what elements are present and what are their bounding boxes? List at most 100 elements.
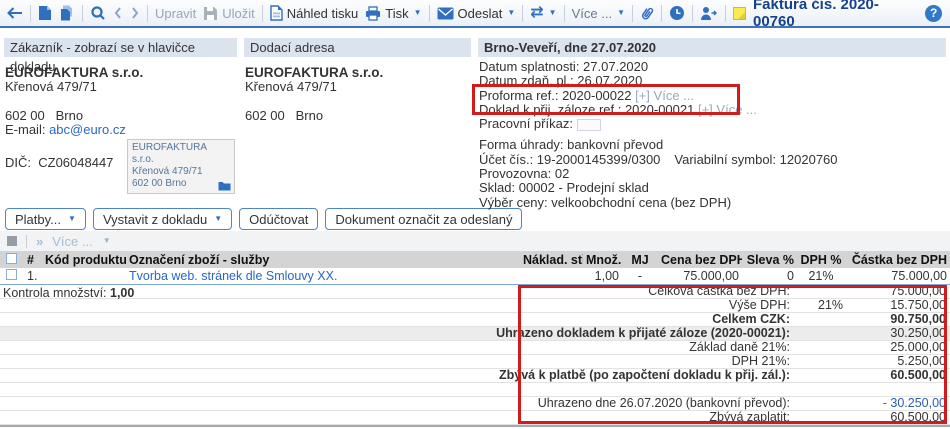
total-value: 25.000,00 [860, 340, 950, 354]
double-chevron-icon: » [36, 234, 43, 249]
back-arrow-icon [6, 6, 23, 20]
warehouse-line: Sklad: 00002 - Prodejní sklad [479, 181, 946, 195]
col-header-vat: DPH % [797, 251, 845, 268]
col-header-desc: Označení zboží - služby [126, 251, 520, 268]
print-label: Tisk [385, 6, 408, 21]
toolbar-separator [522, 5, 523, 22]
col-header-unit: MJ [622, 251, 658, 268]
customer-email-line: E-mail: abc@euro.cz [5, 123, 237, 137]
stop-square-icon[interactable] [7, 236, 17, 246]
total-value: 30.250,00 [860, 326, 950, 340]
col-header-qty: Množ. [583, 251, 622, 268]
customer-dic-value: CZ06048447 [38, 155, 113, 170]
select-all-checkbox[interactable] [6, 253, 17, 264]
items-more-button[interactable]: Více ... [52, 234, 92, 249]
customer-email-link[interactable]: abc@euro.cz [49, 122, 126, 137]
col-header-price: Cena bez DPH [658, 251, 742, 268]
transfer-button[interactable]: ⇄ ▼ [530, 5, 556, 21]
new-document-button[interactable] [38, 5, 52, 21]
total-row-grand-total: Celkem CZK: 90.750,00 [0, 313, 950, 327]
toolbar-separator [147, 5, 148, 22]
next-record-button[interactable] [130, 6, 140, 20]
work-order-line: Pracovní příkaz: [479, 117, 946, 131]
envelope-icon [437, 7, 454, 20]
folder-icon [218, 181, 231, 191]
item-cost-center [520, 268, 583, 284]
sticky-note-button[interactable] [733, 7, 746, 20]
search-button[interactable] [90, 5, 106, 21]
total-row-subtotal: Celková částka bez DPH: 75.000,00 [0, 285, 950, 299]
send-label: Odeslat [458, 6, 503, 21]
account-line: Účet čís.: 19-2000145399/0300Variabilní … [479, 153, 946, 167]
assign-user-button[interactable] [700, 6, 718, 21]
unpost-button[interactable]: Odúčtovat [239, 208, 318, 230]
premises-line: Provozovna: 02 [479, 167, 946, 181]
total-row-vat-21: DPH 21%: 5.250,00 [0, 355, 950, 369]
total-value: 5.250,00 [860, 354, 950, 368]
total-label: Zbývá k platbě (po započtení dokladu k p… [0, 368, 790, 382]
printer-icon [365, 6, 381, 21]
col-header-num: # [24, 251, 42, 268]
customer-name: EUROFAKTURA s.r.o. [5, 66, 237, 80]
more-menu-caret-icon[interactable]: ▼ [617, 9, 625, 17]
toolbar-separator [692, 5, 693, 22]
main-toolbar: Upravit Uložit Náhled tisku Tisk ▼ Odesl… [0, 0, 950, 28]
mark-sent-button[interactable]: Dokument označit za odeslaný [325, 208, 522, 230]
items-more-caret-icon[interactable]: ▼ [103, 237, 111, 245]
proforma-more-link[interactable]: Více ... [650, 88, 694, 103]
attachments-button[interactable] [640, 5, 654, 21]
work-order-field[interactable] [577, 119, 601, 131]
customer-block-header: Zákazník - zobrazí se v hlavičce dokladu [4, 38, 237, 57]
back-button[interactable] [6, 6, 23, 20]
open-customer-folder-button[interactable] [218, 181, 231, 191]
create-from-document-caret-icon: ▼ [214, 215, 222, 223]
row-checkbox[interactable] [6, 269, 17, 280]
save-button[interactable]: Uložit [203, 6, 255, 21]
help-icon[interactable]: ? [925, 5, 942, 22]
item-vat: 21% [797, 268, 845, 284]
total-label: Uhrazeno dne 26.07.2020 (bankovní převod… [0, 396, 790, 410]
total-label: DPH 21%: [0, 354, 790, 368]
payments-button[interactable]: Platby...▼ [5, 208, 86, 230]
mark-sent-button-label: Dokument označit za odeslaný [335, 212, 512, 227]
quantity-check-label: Kontrola množství: [3, 286, 110, 300]
item-description-link[interactable]: Tvorba web. stránek dle Smlouvy XX. [129, 269, 337, 283]
send-button[interactable]: Odeslat ▼ [437, 6, 516, 21]
customer-email-label: E-mail: [5, 122, 49, 137]
print-preview-button[interactable]: Náhled tisku [270, 5, 359, 21]
proforma-ref-line: Proforma ref.: 2020-00022 [+] Více ... [479, 89, 946, 103]
item-amount: 75.000,00 [845, 268, 950, 284]
customer-city: 602 00 Brno [5, 109, 237, 123]
total-label: Uhrazeno dokladem k přijaté záloze (2020… [0, 326, 790, 340]
sub-toolbar-separator [26, 235, 27, 248]
transfer-dropdown-caret-icon[interactable]: ▼ [549, 9, 557, 17]
print-button[interactable]: Tisk ▼ [365, 6, 421, 21]
advance-doc-more-link[interactable]: Více ... [713, 102, 757, 117]
total-label: Celkem CZK: [0, 312, 790, 326]
history-button[interactable] [669, 5, 685, 21]
more-menu-button[interactable]: Více ... ▼ [572, 6, 625, 21]
copy-document-button[interactable] [59, 5, 75, 21]
delivery-name: EUROFAKTURA s.r.o. [245, 66, 471, 80]
toolbar-separator [661, 5, 662, 22]
toolbar-separator [725, 5, 726, 22]
total-value: 15.750,00 [860, 298, 950, 312]
advance-doc-expand-link[interactable]: [+] [698, 102, 713, 117]
col-header-cost-center: Náklad. stř. [520, 251, 583, 268]
print-dropdown-caret-icon[interactable]: ▼ [414, 9, 422, 17]
delivery-street: Křenová 479/71 [245, 80, 471, 94]
more-menu-label: Více ... [572, 6, 612, 21]
invoice-items-table: # Kód produktu Označení zboží - služby N… [0, 251, 950, 285]
send-dropdown-caret-icon[interactable]: ▼ [507, 9, 515, 17]
proforma-expand-link[interactable]: [+] [635, 88, 650, 103]
prev-record-button[interactable] [113, 6, 123, 20]
paperclip-icon [640, 5, 654, 21]
create-from-document-button[interactable]: Vystavit z dokladu▼ [93, 208, 232, 230]
toolbar-separator [564, 5, 565, 22]
person-arrow-icon [700, 6, 718, 21]
advance-doc-ref-line: Doklad k přij. záloze ref.: 2020-00021 [… [479, 103, 946, 117]
edit-button[interactable]: Upravit [155, 6, 196, 21]
toolbar-separator [632, 5, 633, 22]
total-row-paid-on-date: Uhrazeno dne 26.07.2020 (bankovní převod… [0, 397, 950, 411]
customer-street: Křenová 479/71 [5, 80, 237, 94]
